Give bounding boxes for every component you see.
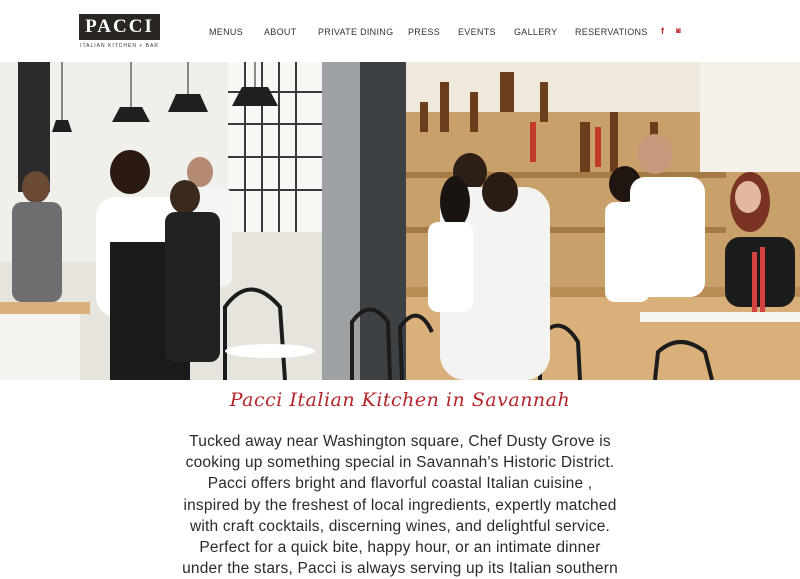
nav-private-dining[interactable]: PRIVATE DINING <box>318 27 393 37</box>
facebook-icon[interactable]: f <box>661 26 664 36</box>
pacci-logo[interactable]: PACCI ITALIAN KITCHEN + BAR <box>79 14 160 50</box>
intro-line: with craft cocktails, discerning wines, … <box>189 517 611 535</box>
intro-line: Perfect for a quick bite, happy hour, or… <box>199 539 601 557</box>
intro-line: Pacci offers bright and flavorful coasta… <box>207 475 593 493</box>
intro-line: Tucked away near Washington square, Chef… <box>189 433 611 450</box>
intro-line: inspired by the freshest of local ingred… <box>183 496 617 514</box>
site-header: PACCI ITALIAN KITCHEN + BAR MENUS ABOUT … <box>0 0 800 62</box>
nav-gallery[interactable]: GALLERY <box>514 27 557 37</box>
instagram-icon[interactable]: ◙ <box>676 26 681 35</box>
intro-line: cooking up something special in Savannah… <box>185 454 615 472</box>
nav-about[interactable]: ABOUT <box>264 27 297 37</box>
logo-wordmark: PACCI <box>79 14 160 40</box>
intro-text: Tucked away near Washington square, Chef… <box>150 431 650 579</box>
nav-press[interactable]: PRESS <box>408 27 440 37</box>
hero-image <box>0 62 800 380</box>
nav-events[interactable]: EVENTS <box>458 27 496 37</box>
logo-tagline: ITALIAN KITCHEN + BAR <box>80 43 159 49</box>
nav-reservations[interactable]: RESERVATIONS <box>575 27 648 37</box>
restaurant-scene-illustration <box>0 62 800 380</box>
nav-menus[interactable]: MENUS <box>209 27 243 37</box>
page-title: Pacci Italian Kitchen in Savannah <box>229 389 571 411</box>
intro-line: under the stars, Pacci is always serving… <box>182 560 618 578</box>
